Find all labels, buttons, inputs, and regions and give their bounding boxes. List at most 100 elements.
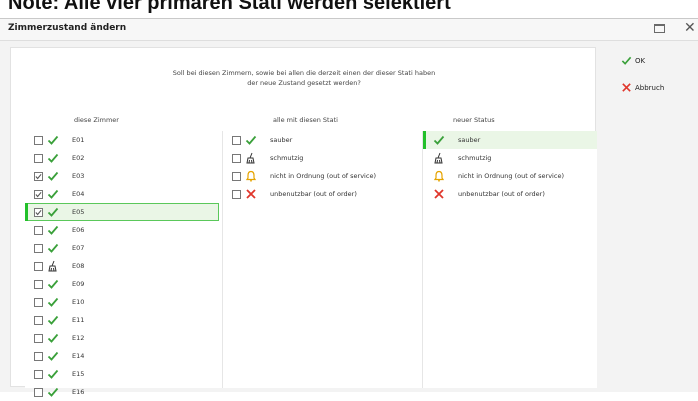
- check-icon: [46, 386, 60, 398]
- room-checkbox[interactable]: [34, 189, 43, 199]
- check-icon: [244, 134, 258, 146]
- ok-button[interactable]: OK: [621, 55, 645, 66]
- status-filter-label: schmutzig: [270, 154, 304, 162]
- status-filter-list[interactable]: sauber schmutzig nicht in Ordnung (out of …: [223, 131, 423, 388]
- new-status-row[interactable]: nicht in Ordnung (out of service): [423, 167, 597, 185]
- room-row[interactable]: E12: [25, 329, 219, 347]
- prompt-text: Soll bei diesen Zimmern, sowie bei allen…: [11, 68, 597, 88]
- ok-button-label: OK: [635, 56, 646, 65]
- bell-icon: [244, 170, 258, 182]
- room-checkbox[interactable]: [34, 243, 43, 253]
- status-filter-checkbox[interactable]: [232, 135, 241, 145]
- rooms-list[interactable]: E01 E02 E03 E04 E05 E06 E07 E08 E09 E10 E11 E12 E14 E…: [25, 131, 229, 397]
- new-status-column-header: neuer Status: [453, 116, 495, 124]
- status-filter-checkbox[interactable]: [232, 171, 241, 181]
- rooms-column-header: diese Zimmer: [74, 116, 119, 124]
- room-checkbox[interactable]: [34, 261, 43, 271]
- check-icon: [46, 278, 60, 290]
- status-filter-checkbox[interactable]: [232, 153, 241, 163]
- room-row[interactable]: E04: [25, 185, 219, 203]
- room-row[interactable]: E03: [25, 167, 219, 185]
- new-status-label: sauber: [458, 136, 481, 144]
- room-checkbox[interactable]: [34, 207, 43, 217]
- check-icon: [46, 332, 60, 344]
- status-filter-row[interactable]: schmutzig: [223, 149, 422, 167]
- prompt-line-2: der neue Zustand gesetzt werden?: [247, 79, 361, 87]
- room-row[interactable]: E07: [25, 239, 219, 257]
- dialog-window: Zimmerzustand ändern ✕ Soll bei diesen Z…: [0, 18, 698, 397]
- top-banner: Note: Alle vier primaren Stati werden se…: [8, 0, 451, 14]
- title-bar: Zimmerzustand ändern ✕: [0, 19, 698, 41]
- room-row[interactable]: E05: [25, 203, 219, 221]
- new-status-label: nicht in Ordnung (out of service): [458, 172, 564, 180]
- status-filter-column-header: alle mit diesen Stati: [273, 116, 338, 124]
- check-icon: [46, 134, 60, 146]
- room-checkbox[interactable]: [34, 333, 43, 343]
- bell-icon: [432, 170, 446, 182]
- room-label: E11: [72, 316, 85, 324]
- check-icon: [432, 134, 446, 146]
- maximize-icon[interactable]: [654, 24, 665, 33]
- room-row[interactable]: E08: [25, 257, 219, 275]
- status-filter-label: unbenutzbar (out of order): [270, 190, 357, 198]
- room-checkbox[interactable]: [34, 171, 43, 181]
- check-icon: [621, 56, 632, 65]
- room-checkbox[interactable]: [34, 153, 43, 163]
- check-icon: [46, 242, 60, 254]
- check-icon: [46, 224, 60, 236]
- broom-icon: [432, 152, 446, 164]
- prompt-line-1: Soll bei diesen Zimmern, sowie bei allen…: [172, 69, 436, 77]
- room-checkbox[interactable]: [34, 135, 43, 145]
- new-status-label: schmutzig: [458, 154, 492, 162]
- cross-icon: [432, 188, 446, 200]
- room-row[interactable]: E01: [25, 131, 219, 149]
- room-checkbox[interactable]: [34, 279, 43, 289]
- room-row[interactable]: E11: [25, 311, 219, 329]
- room-label: E14: [72, 352, 85, 360]
- status-filter-row[interactable]: sauber: [223, 131, 422, 149]
- room-label: E15: [72, 370, 85, 378]
- room-label: E05: [72, 208, 85, 216]
- room-label: E10: [72, 298, 85, 306]
- room-row[interactable]: E16: [25, 383, 219, 401]
- room-label: E04: [72, 190, 85, 198]
- room-checkbox[interactable]: [34, 297, 43, 307]
- room-label: E07: [72, 244, 85, 252]
- broom-icon: [244, 152, 258, 164]
- new-status-row[interactable]: sauber: [423, 131, 597, 149]
- room-checkbox[interactable]: [34, 225, 43, 235]
- check-icon: [46, 368, 60, 380]
- room-label: E01: [72, 136, 85, 144]
- room-row[interactable]: E09: [25, 275, 219, 293]
- room-checkbox[interactable]: [34, 369, 43, 379]
- status-filter-checkbox[interactable]: [232, 189, 241, 199]
- check-icon: [46, 314, 60, 326]
- room-row[interactable]: E15: [25, 365, 219, 383]
- room-checkbox[interactable]: [34, 351, 43, 361]
- window-title: Zimmerzustand ändern: [8, 23, 127, 33]
- new-status-row[interactable]: unbenutzbar (out of order): [423, 185, 597, 203]
- status-filter-row[interactable]: nicht in Ordnung (out of service): [223, 167, 422, 185]
- cross-icon: [244, 188, 258, 200]
- room-checkbox[interactable]: [34, 387, 43, 397]
- new-status-row[interactable]: schmutzig: [423, 149, 597, 167]
- cancel-button[interactable]: Abbruch: [621, 82, 664, 93]
- new-status-list[interactable]: sauber schmutzig nicht in Ordnung (out of …: [423, 131, 597, 388]
- check-icon: [46, 350, 60, 362]
- room-label: E16: [72, 388, 85, 396]
- room-label: E02: [72, 154, 85, 162]
- room-row[interactable]: E06: [25, 221, 219, 239]
- cancel-button-label: Abbruch: [635, 83, 665, 92]
- new-status-label: unbenutzbar (out of order): [458, 190, 545, 198]
- status-filter-row[interactable]: unbenutzbar (out of order): [223, 185, 422, 203]
- content-panel: Soll bei diesen Zimmern, sowie bei allen…: [10, 47, 597, 397]
- status-filter-label: nicht in Ordnung (out of service): [270, 172, 376, 180]
- room-row[interactable]: E02: [25, 149, 219, 167]
- close-icon[interactable]: ✕: [684, 20, 696, 36]
- room-row[interactable]: E14: [25, 347, 219, 365]
- room-label: E06: [72, 226, 85, 234]
- room-row[interactable]: E10: [25, 293, 219, 311]
- room-checkbox[interactable]: [34, 315, 43, 325]
- check-icon: [46, 188, 60, 200]
- check-icon: [46, 170, 60, 182]
